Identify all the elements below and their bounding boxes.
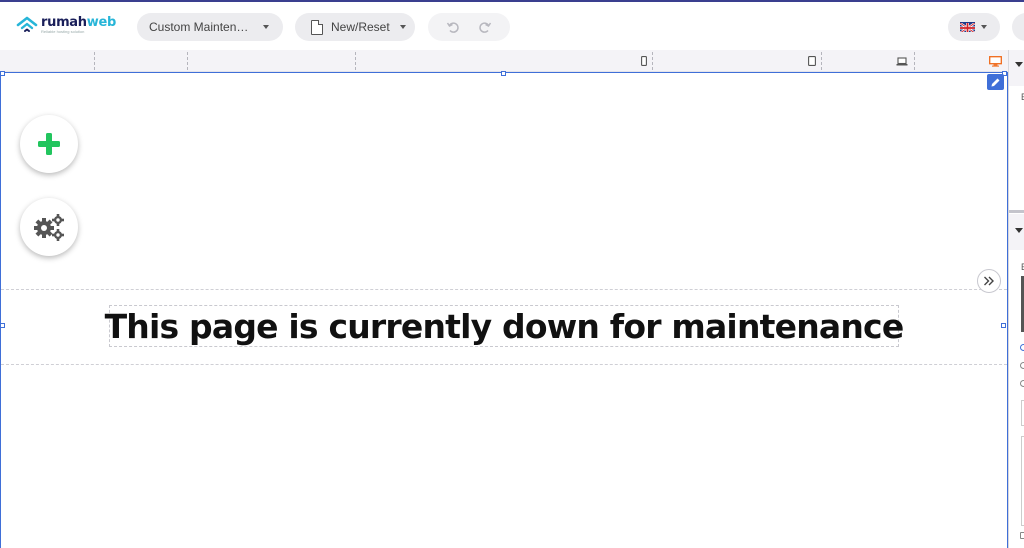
logo-tagline: Reliable hosting solution	[41, 29, 85, 34]
caret-down-icon	[1015, 62, 1023, 67]
chevron-down-icon	[399, 25, 406, 29]
new-reset-label: New/Reset	[331, 20, 390, 34]
ruler-tick	[355, 52, 356, 70]
radio-option[interactable]	[1020, 344, 1024, 351]
resize-handle[interactable]	[501, 71, 506, 76]
gears-icon	[34, 214, 64, 241]
tablet-icon[interactable]	[808, 54, 816, 68]
document-icon	[311, 19, 323, 35]
add-element-button[interactable]	[20, 115, 78, 173]
undo-icon[interactable]	[446, 20, 460, 34]
resize-handle[interactable]	[0, 71, 5, 76]
page-heading[interactable]: This page is currently down for maintena…	[105, 307, 905, 346]
panel-section-header[interactable]	[1009, 50, 1024, 86]
ruler-tick	[821, 52, 822, 70]
panel-checkbox[interactable]	[1020, 532, 1024, 539]
radio-option[interactable]	[1020, 362, 1024, 369]
plus-icon	[38, 133, 60, 155]
logo-text: rumahweb	[41, 15, 116, 30]
history-controls	[428, 13, 510, 41]
heading-element[interactable]: This page is currently down for maintena…	[105, 305, 904, 347]
section-boundary	[1, 364, 1007, 365]
new-reset-dropdown[interactable]: New/Reset	[295, 13, 415, 41]
settings-button[interactable]	[20, 198, 78, 256]
logo-mark-icon	[16, 16, 38, 34]
radio-option[interactable]	[1020, 380, 1024, 387]
laptop-icon[interactable]	[896, 54, 908, 68]
redo-icon[interactable]	[478, 20, 492, 34]
ruler-tick	[187, 52, 188, 70]
ruler-tick	[94, 52, 95, 70]
resize-handle[interactable]	[1001, 323, 1006, 328]
template-dropdown-label: Custom Maintenance	[149, 20, 253, 34]
edit-section-button[interactable]	[987, 74, 1004, 90]
resize-handle[interactable]	[0, 323, 5, 328]
panel-divider	[1009, 210, 1024, 213]
uk-flag-icon	[960, 22, 975, 32]
pencil-icon	[991, 78, 1000, 86]
caret-down-icon	[1015, 228, 1023, 233]
builder-toolbar: rumahweb Reliable hosting solution Custo…	[0, 2, 1024, 50]
breakpoint-ruler	[0, 50, 1008, 72]
rumahweb-logo[interactable]: rumahweb Reliable hosting solution	[16, 16, 116, 34]
desktop-icon[interactable]	[989, 54, 1002, 68]
language-dropdown[interactable]	[948, 13, 1000, 41]
collapse-panel-button[interactable]	[977, 269, 1001, 293]
mobile-icon[interactable]	[641, 54, 647, 68]
double-chevron-right-icon	[984, 276, 994, 286]
properties-panel: E B	[1008, 50, 1024, 548]
account-button[interactable]	[1012, 13, 1024, 41]
chevron-down-icon	[981, 25, 987, 29]
chevron-down-icon	[263, 25, 269, 29]
section-boundary	[1, 289, 1007, 290]
template-dropdown[interactable]: Custom Maintenance	[137, 13, 283, 41]
ruler-tick	[914, 52, 915, 70]
ruler-tick	[652, 52, 653, 70]
